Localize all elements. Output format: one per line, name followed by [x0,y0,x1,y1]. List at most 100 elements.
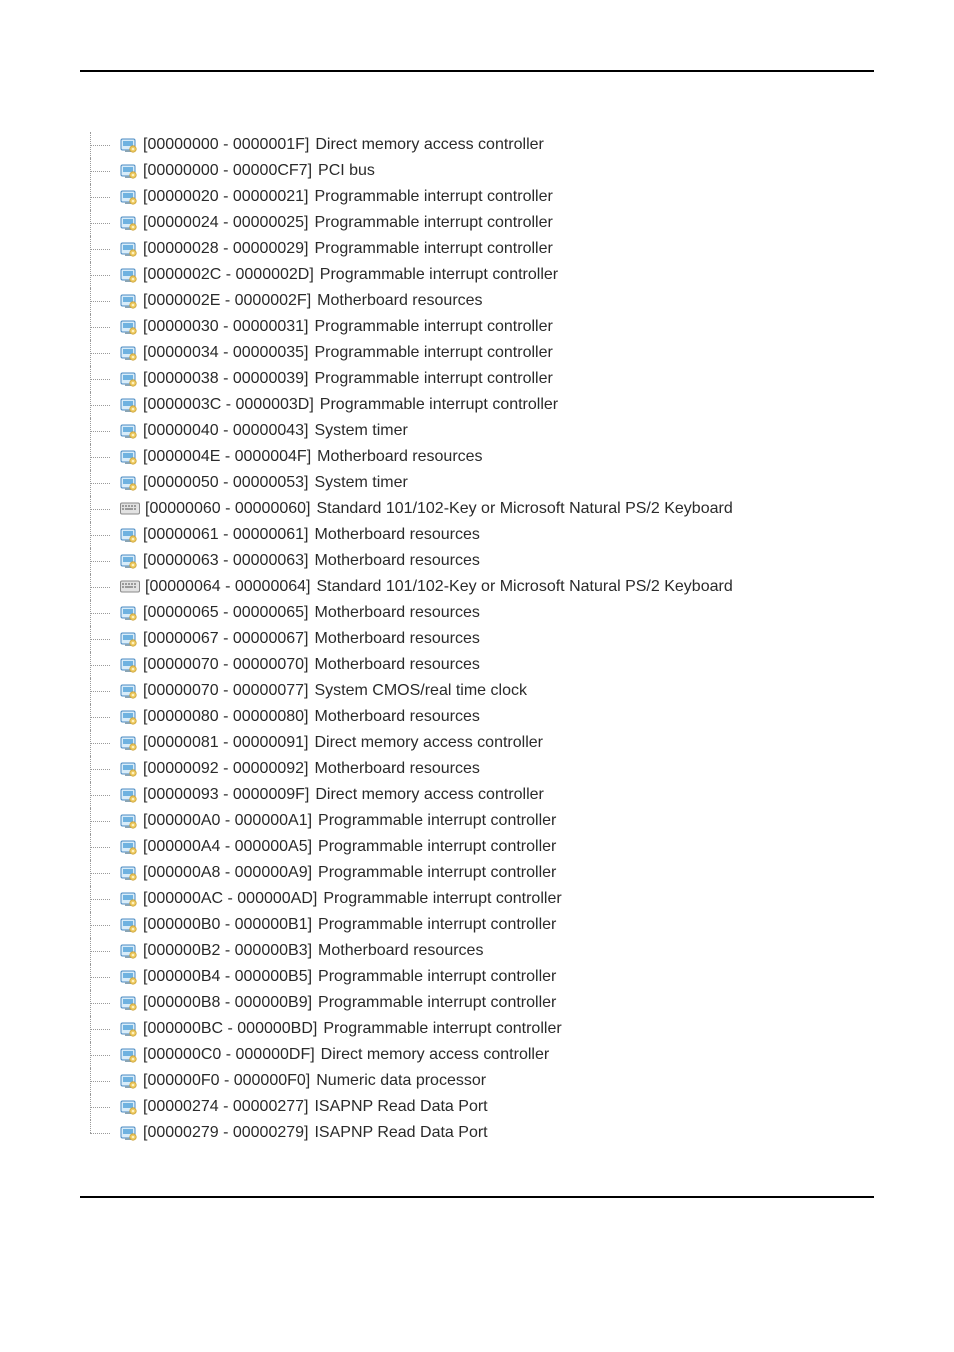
tree-item[interactable]: [00000024 - 00000025] Programmable interr… [80,210,954,236]
tree-item[interactable]: [000000F0 - 000000F0] Numeric data proces… [80,1068,954,1094]
device-icon [120,1020,138,1038]
resource-range: [00000024 - 00000025] [143,214,308,232]
resource-range: [0000004E - 0000004F] [143,448,311,466]
tree-item[interactable]: [000000AC - 000000AD]Programmable interr… [80,886,954,912]
device-icon [120,864,138,882]
resource-range: [000000C0 - 000000DF] [143,1046,315,1064]
tree-item[interactable]: [00000064 - 00000064]Standard 101/102-Ke… [80,574,954,600]
tree-item[interactable]: [00000080 - 00000080]Motherboard resourc… [80,704,954,730]
tree-item[interactable]: [00000034 - 00000035] Programmable interr… [80,340,954,366]
tree-branch [80,652,120,678]
device-icon [120,682,138,700]
resource-label: Programmable interrupt controller [314,188,552,206]
tree-branch [80,496,120,522]
tree-item[interactable]: [0000004E - 0000004F]Motherboard resourc… [80,444,954,470]
tree-item[interactable]: [0000002E - 0000002F]Motherboard resourc… [80,288,954,314]
tree-branch [80,756,120,782]
tree-branch [80,210,120,236]
tree-item[interactable]: [00000038 - 00000039]Programmable interr… [80,366,954,392]
resource-label: Programmable interrupt controller [323,1020,561,1038]
tree-item[interactable]: [00000060 - 00000060]Standard 101/102-Ke… [80,496,954,522]
tree-item[interactable]: [00000092 - 00000092]Motherboard resourc… [80,756,954,782]
device-icon [120,344,138,362]
tree-item[interactable]: [000000B2 - 000000B3]Motherboard resourc… [80,938,954,964]
tree-item[interactable]: [000000BC - 000000BD]Programmable interr… [80,1016,954,1042]
tree-branch [80,808,120,834]
tree-item[interactable]: [00000000 - 0000001F]Direct memory acces… [80,132,954,158]
tree-item[interactable]: [00000067 - 00000067]Motherboard resourc… [80,626,954,652]
page-top-rule [80,70,874,72]
tree-item[interactable]: [000000A0 - 000000A1]Programmable interr… [80,808,954,834]
resource-range: [0000002C - 0000002D] [143,266,314,284]
tree-branch [80,418,120,444]
tree-branch [80,158,120,184]
resource-range: [000000F0 - 000000F0] [143,1072,310,1090]
tree-item[interactable]: [00000065 - 00000065]Motherboard resourc… [80,600,954,626]
resource-label: Motherboard resources [314,526,479,544]
tree-branch [80,288,120,314]
resource-label: Direct memory access controller [321,1046,550,1064]
tree-item[interactable]: [00000040 - 00000043]System timer [80,418,954,444]
device-icon [120,266,138,284]
tree-item[interactable]: [00000028 - 00000029]Programmable interr… [80,236,954,262]
device-icon [120,968,138,986]
resource-label: Motherboard resources [314,630,479,648]
tree-item[interactable]: [00000081 - 00000091]Direct memory acces… [80,730,954,756]
tree-branch [80,262,120,288]
device-icon [120,136,138,154]
tree-branch [80,548,120,574]
tree-item[interactable]: [00000020 - 00000021] Programmable interr… [80,184,954,210]
resource-range: [00000020 - 00000021] [143,188,308,206]
tree-branch [80,860,120,886]
tree-branch [80,782,120,808]
tree-branch [80,236,120,262]
tree-item[interactable]: [00000274 - 00000277]ISAPNP Read Data Po… [80,1094,954,1120]
resource-label: PCI bus [318,162,375,180]
resource-range: [0000003C - 0000003D] [143,396,314,414]
device-icon [120,188,138,206]
device-icon [120,890,138,908]
tree-item[interactable]: [000000A4 - 000000A5]Programmable interr… [80,834,954,860]
resource-label: Programmable interrupt controller [320,396,558,414]
resource-label: ISAPNP Read Data Port [314,1098,487,1116]
tree-item[interactable]: [00000070 - 00000070] Motherboard resourc… [80,652,954,678]
device-icon [120,1124,138,1142]
tree-item[interactable]: [00000063 - 00000063]Motherboard resourc… [80,548,954,574]
tree-item[interactable]: [0000002C - 0000002D]Programmable interr… [80,262,954,288]
tree-item[interactable]: [000000B4 - 000000B5]Programmable interr… [80,964,954,990]
resource-range: [00000030 - 00000031] [143,318,308,336]
tree-item[interactable]: [00000061 - 00000061]Motherboard resourc… [80,522,954,548]
tree-item[interactable]: [00000279 - 00000279]ISAPNP Read Data Po… [80,1120,954,1146]
tree-branch [80,600,120,626]
resource-range: [00000065 - 00000065] [143,604,308,622]
device-icon [120,734,138,752]
resource-range: [000000A8 - 000000A9] [143,864,312,882]
resource-range: [00000070 - 00000070] [143,656,308,674]
tree-item[interactable]: [00000000 - 00000CF7]PCI bus [80,158,954,184]
tree-item[interactable]: [000000B8 - 000000B9]Programmable interr… [80,990,954,1016]
tree-item[interactable]: [000000A8 - 000000A9]Programmable interr… [80,860,954,886]
device-icon [120,1098,138,1116]
resource-label: Direct memory access controller [315,136,544,154]
tree-item[interactable]: [000000C0 - 000000DF] Direct memory acces… [80,1042,954,1068]
tree-branch [80,340,120,366]
resource-label: Motherboard resources [314,656,479,674]
device-icon [120,370,138,388]
device-icon [120,994,138,1012]
tree-branch [80,1094,120,1120]
resource-label: Motherboard resources [314,552,479,570]
tree-item[interactable]: [00000050 - 00000053]System timer [80,470,954,496]
resource-label: Programmable interrupt controller [314,344,552,362]
tree-item[interactable]: [000000B0 - 000000B1]Programmable interr… [80,912,954,938]
tree-item[interactable]: [0000003C - 0000003D] Programmable interr… [80,392,954,418]
device-icon [120,942,138,960]
device-icon [120,760,138,778]
tree-item[interactable]: [00000070 - 00000077]System CMOS/real ti… [80,678,954,704]
resource-label: Numeric data processor [316,1072,486,1090]
resource-label: Motherboard resources [317,292,482,310]
tree-item[interactable]: [00000093 - 0000009F]Direct memory acces… [80,782,954,808]
resource-range: [00000034 - 00000035] [143,344,308,362]
tree-branch [80,470,120,496]
resource-label: Programmable interrupt controller [314,214,552,232]
tree-item[interactable]: [00000030 - 00000031]Programmable interr… [80,314,954,340]
